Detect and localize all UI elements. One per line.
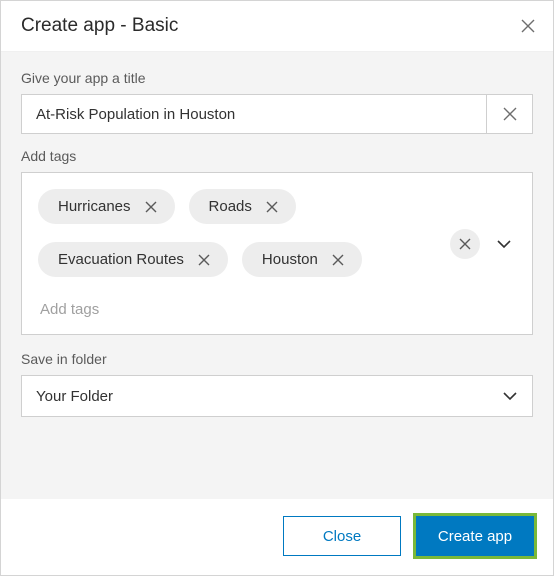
close-icon	[266, 201, 278, 213]
title-input[interactable]	[21, 94, 487, 134]
title-label: Give your app a title	[21, 70, 533, 86]
tag-remove-button[interactable]	[330, 252, 346, 268]
dialog-body: Give your app a title Add tags Hurricane…	[1, 52, 553, 499]
tag-remove-button[interactable]	[143, 199, 159, 215]
tag-chip: Hurricanes	[38, 189, 175, 224]
tags-expand-button[interactable]	[492, 232, 516, 256]
tag-chip: Houston	[242, 242, 362, 277]
dialog-title: Create app - Basic	[21, 15, 178, 37]
tag-label: Houston	[262, 251, 318, 268]
tag-remove-button[interactable]	[264, 199, 280, 215]
title-clear-button[interactable]	[487, 94, 533, 134]
dialog-footer: Close Create app	[1, 499, 553, 575]
close-icon	[503, 107, 517, 121]
close-icon	[198, 254, 210, 266]
tags-label: Add tags	[21, 148, 533, 164]
tags-rows: Hurricanes Roads Evacuation Rou	[38, 189, 516, 277]
dialog-close-button[interactable]	[519, 17, 537, 35]
tag-label: Hurricanes	[58, 198, 131, 215]
tags-input[interactable]	[38, 295, 516, 322]
tags-row: Hurricanes Roads	[38, 189, 516, 224]
tags-box: Hurricanes Roads Evacuation Rou	[21, 172, 533, 335]
create-app-highlight: Create app	[413, 513, 537, 559]
tags-controls	[450, 229, 516, 259]
close-icon	[332, 254, 344, 266]
folder-label: Save in folder	[21, 351, 533, 367]
tags-clear-all-button[interactable]	[450, 229, 480, 259]
title-field-row	[21, 94, 533, 134]
chevron-down-icon	[502, 388, 518, 404]
tag-label: Evacuation Routes	[58, 251, 184, 268]
dialog-header: Create app - Basic	[1, 1, 553, 52]
tag-chip: Evacuation Routes	[38, 242, 228, 277]
close-button[interactable]: Close	[283, 516, 401, 556]
create-app-button[interactable]: Create app	[416, 516, 534, 556]
close-icon	[521, 19, 535, 33]
create-app-dialog: Create app - Basic Give your app a title…	[0, 0, 554, 576]
tag-label: Roads	[209, 198, 252, 215]
close-icon	[459, 238, 471, 250]
tag-chip: Roads	[189, 189, 296, 224]
folder-select[interactable]: Your Folder	[21, 375, 533, 417]
tag-remove-button[interactable]	[196, 252, 212, 268]
folder-select-value: Your Folder	[36, 388, 113, 405]
tags-row: Evacuation Routes Houston	[38, 242, 516, 277]
close-icon	[145, 201, 157, 213]
chevron-down-icon	[496, 236, 512, 252]
